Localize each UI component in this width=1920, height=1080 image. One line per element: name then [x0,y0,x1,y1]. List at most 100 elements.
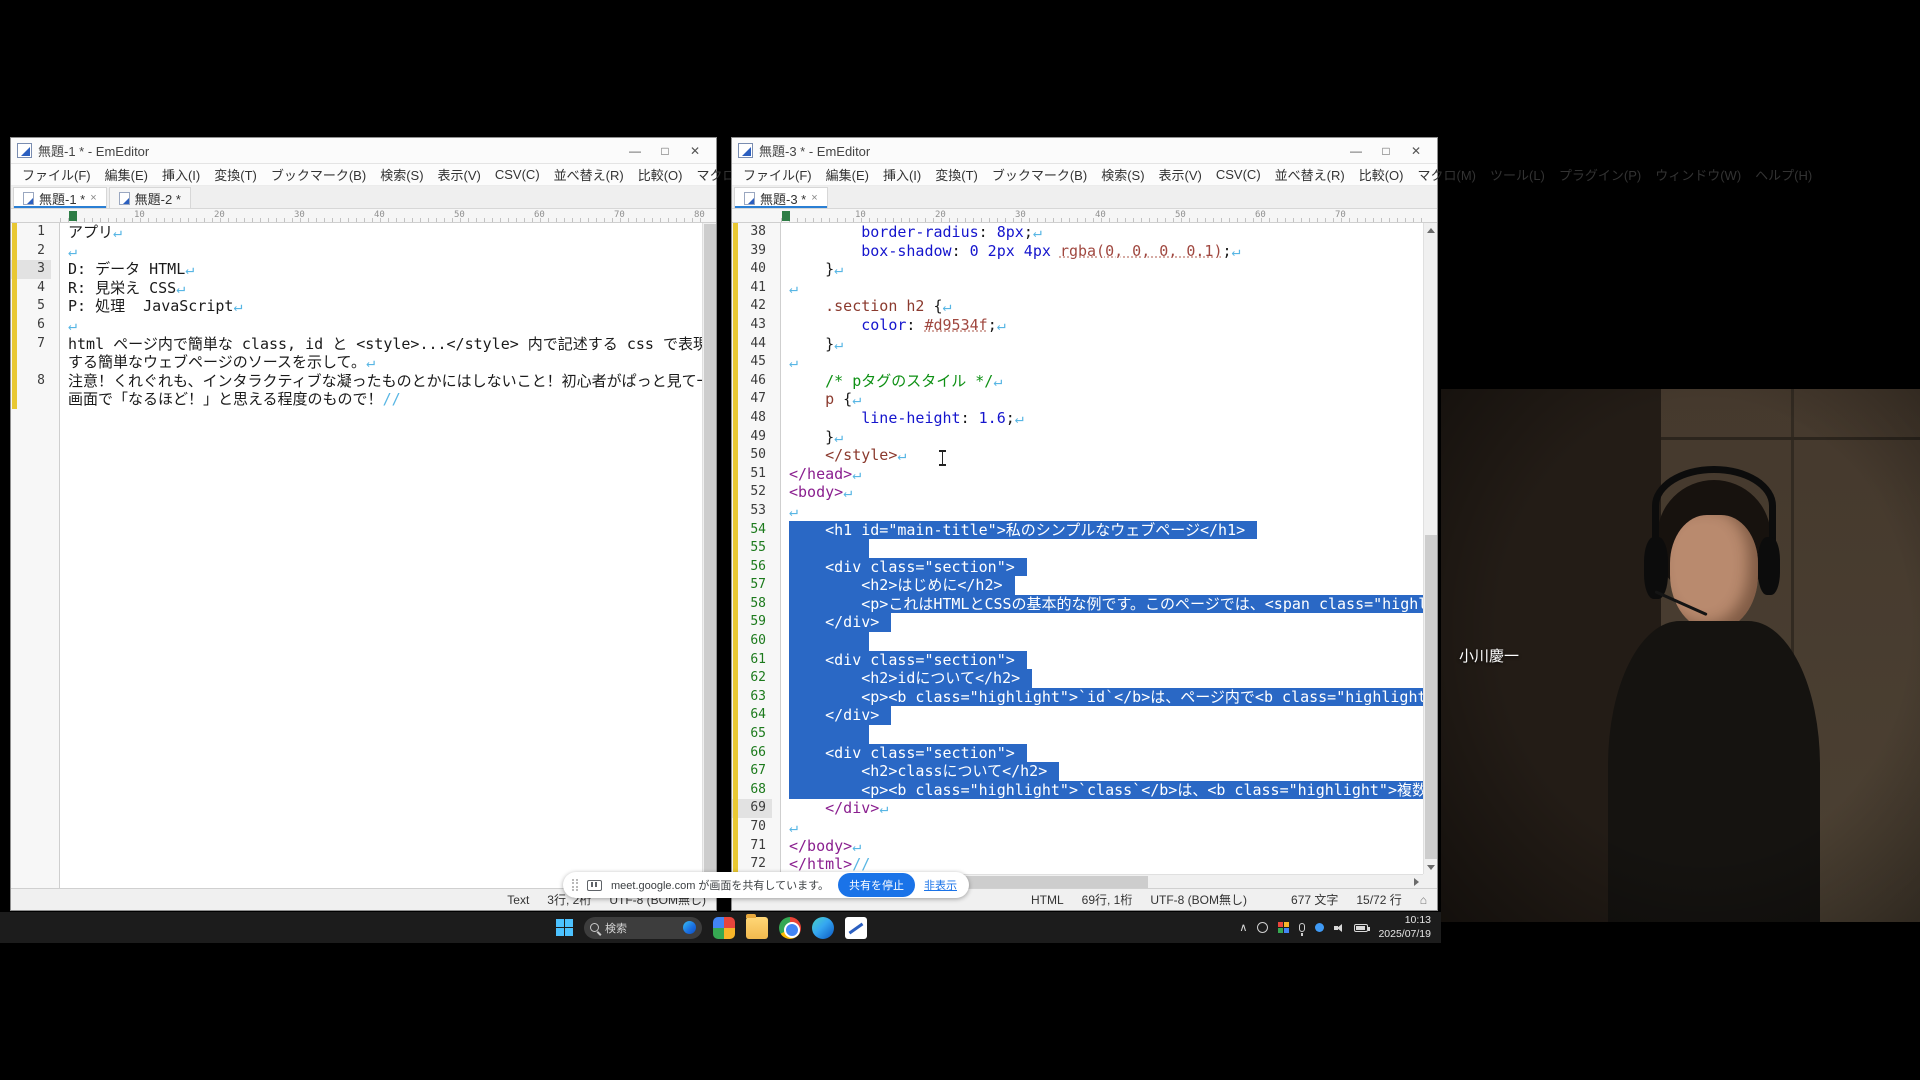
menu-item-6[interactable]: 表示(V) [431,165,488,184]
code-line[interactable]: 2↵ [11,242,716,261]
code-line[interactable]: 47 p {↵ [732,390,1437,409]
code-line[interactable]: 71</body>↵ [732,837,1437,856]
scroll-down-arrow[interactable] [1424,860,1437,874]
menu-item-9[interactable]: 比較(O) [631,165,690,184]
code-line[interactable]: 50 </style>↵ [732,446,1437,465]
code-line[interactable]: 70↵ [732,818,1437,837]
code-line[interactable]: 68 <p><b class="highlight">`class`</b>は、… [732,781,1437,800]
scroll-up-arrow[interactable] [1424,223,1437,237]
code-line[interactable]: 49 }↵ [732,428,1437,447]
menu-item-0[interactable]: ファイル(F) [736,165,819,184]
code-line[interactable]: 57 <h2>はじめに</h2> [732,576,1437,595]
document-tab[interactable]: 無題-1 *× [13,187,107,208]
code-line[interactable]: 42 .section h2 {↵ [732,297,1437,316]
code-line[interactable]: 5P: 処理 JavaScript↵ [11,297,716,316]
drag-handle-icon[interactable] [572,879,578,891]
menu-item-5[interactable]: 検索(S) [373,165,430,184]
code-line[interactable]: 51</head>↵ [732,465,1437,484]
code-line[interactable]: 66 <div class="section"> [732,744,1437,763]
code-line[interactable]: 63 <p><b class="highlight">`id`</b>は、ページ… [732,688,1437,707]
code-line[interactable]: 44 }↵ [732,335,1437,354]
code-line[interactable]: 55 [732,539,1437,558]
file-explorer-icon[interactable] [746,917,768,939]
code-line[interactable]: 3D: データ HTML↵ [11,260,716,279]
battery-icon[interactable] [1354,924,1368,932]
minimize-button[interactable]: — [620,140,650,162]
microphone-icon[interactable] [1299,923,1305,932]
code-line[interactable]: 58 <p>これはHTMLとCSSの基本的な例です。このページでは、<span … [732,595,1437,614]
code-line[interactable]: 4R: 見栄え CSS↵ [11,279,716,298]
code-line[interactable]: 65 [732,725,1437,744]
code-line[interactable]: 59 </div> [732,613,1437,632]
menu-item-6[interactable]: 表示(V) [1152,165,1209,184]
maximize-button[interactable]: □ [1371,140,1401,162]
code-line[interactable]: 64 </div> [732,706,1437,725]
scroll-right-arrow[interactable] [1409,875,1423,888]
menu-item-10[interactable]: マクロ(M) [1410,165,1483,184]
menu-item-5[interactable]: 検索(S) [1094,165,1151,184]
text-area-right[interactable]: 38 border-radius: 8px;↵39 box-shadow: 0 … [732,223,1437,888]
code-line[interactable]: 41↵ [732,279,1437,298]
notification-dot-icon[interactable] [1315,923,1324,932]
chrome-icon[interactable] [779,917,801,939]
hide-link[interactable]: 非表示 [924,877,957,893]
text-area-left[interactable]: 1アプリ↵2↵3D: データ HTML↵4R: 見栄え CSS↵5P: 処理 J… [11,223,716,888]
taskbar-search-input[interactable]: 検索 [584,917,702,939]
code-line[interactable]: 72</html>// [732,855,1437,874]
menu-item-14[interactable]: ヘルプ(H) [1748,165,1819,184]
menu-item-4[interactable]: ブックマーク(B) [985,165,1094,184]
menu-item-0[interactable]: ファイル(F) [15,165,98,184]
code-line[interactable]: 43 color: #d9534f;↵ [732,316,1437,335]
document-tab[interactable]: 無題-2 * [109,187,191,208]
titlebar-right[interactable]: 無題-3 * - EmEditor — □ ✕ [732,138,1437,164]
titlebar-left[interactable]: 無題-1 * - EmEditor — □ ✕ [11,138,716,164]
code-line[interactable]: 8注意！くれぐれも、インタラクティブな凝ったものとかにはしないこと！初心者がぱっ… [11,372,716,409]
code-line[interactable]: 38 border-radius: 8px;↵ [732,223,1437,242]
edge-icon[interactable] [812,917,834,939]
vertical-scrollbar[interactable] [1423,223,1437,874]
tab-close-icon[interactable]: × [90,192,96,204]
colorful-app-icon[interactable] [713,917,735,939]
tray-colorful-app-icon[interactable] [1278,922,1289,933]
code-line[interactable]: 69 </div>↵ [732,799,1437,818]
code-line[interactable]: 53↵ [732,502,1437,521]
code-line[interactable]: 52<body>↵ [732,483,1437,502]
menu-item-7[interactable]: CSV(C) [1209,167,1268,182]
menu-item-2[interactable]: 挿入(I) [876,165,928,184]
menu-item-8[interactable]: 並べ替え(R) [547,165,631,184]
speaker-icon[interactable] [1334,923,1344,933]
code-line[interactable]: 62 <h2>idについて</h2> [732,669,1437,688]
code-line[interactable]: 39 box-shadow: 0 2px 4px rgba(0, 0, 0, 0… [732,242,1437,261]
code-line[interactable]: 54 <h1 id="main-title">私のシンプルなウェブページ</h1… [732,521,1437,540]
menu-item-3[interactable]: 変換(T) [928,165,985,184]
code-line[interactable]: 1アプリ↵ [11,223,716,242]
menu-item-13[interactable]: ウィンドウ(W) [1648,165,1748,184]
minimize-button[interactable]: — [1341,140,1371,162]
menu-item-3[interactable]: 変換(T) [207,165,264,184]
stop-sharing-button[interactable]: 共有を停止 [838,873,915,897]
menu-item-12[interactable]: プラグイン(P) [1552,165,1648,184]
code-line[interactable]: 46 /* pタグのスタイル */↵ [732,372,1437,391]
code-line[interactable]: 61 <div class="section"> [732,651,1437,670]
menu-item-11[interactable]: ツール(L) [1483,165,1552,184]
code-line[interactable]: 6↵ [11,316,716,335]
tab-close-icon[interactable]: × [811,192,817,204]
scrollbar-thumb[interactable] [704,224,716,887]
maximize-button[interactable]: □ [650,140,680,162]
menu-item-9[interactable]: 比較(O) [1352,165,1411,184]
menu-item-1[interactable]: 編集(E) [98,165,155,184]
code-line[interactable]: 67 <h2>classについて</h2> [732,762,1437,781]
menu-item-4[interactable]: ブックマーク(B) [264,165,373,184]
vertical-scrollbar[interactable] [702,223,716,888]
menu-item-7[interactable]: CSV(C) [488,167,547,182]
tray-app-icon[interactable] [1257,922,1268,933]
scrollbar-thumb[interactable] [1425,535,1437,859]
tray-expand-chevron-icon[interactable]: ∧ [1239,921,1247,934]
menu-item-8[interactable]: 並べ替え(R) [1268,165,1352,184]
code-line[interactable]: 45↵ [732,353,1437,372]
code-line[interactable]: 60 [732,632,1437,651]
code-line[interactable]: 56 <div class="section"> [732,558,1437,577]
close-button[interactable]: ✕ [680,140,710,162]
code-line[interactable]: 48 line-height: 1.6;↵ [732,409,1437,428]
code-line[interactable]: 40 }↵ [732,260,1437,279]
